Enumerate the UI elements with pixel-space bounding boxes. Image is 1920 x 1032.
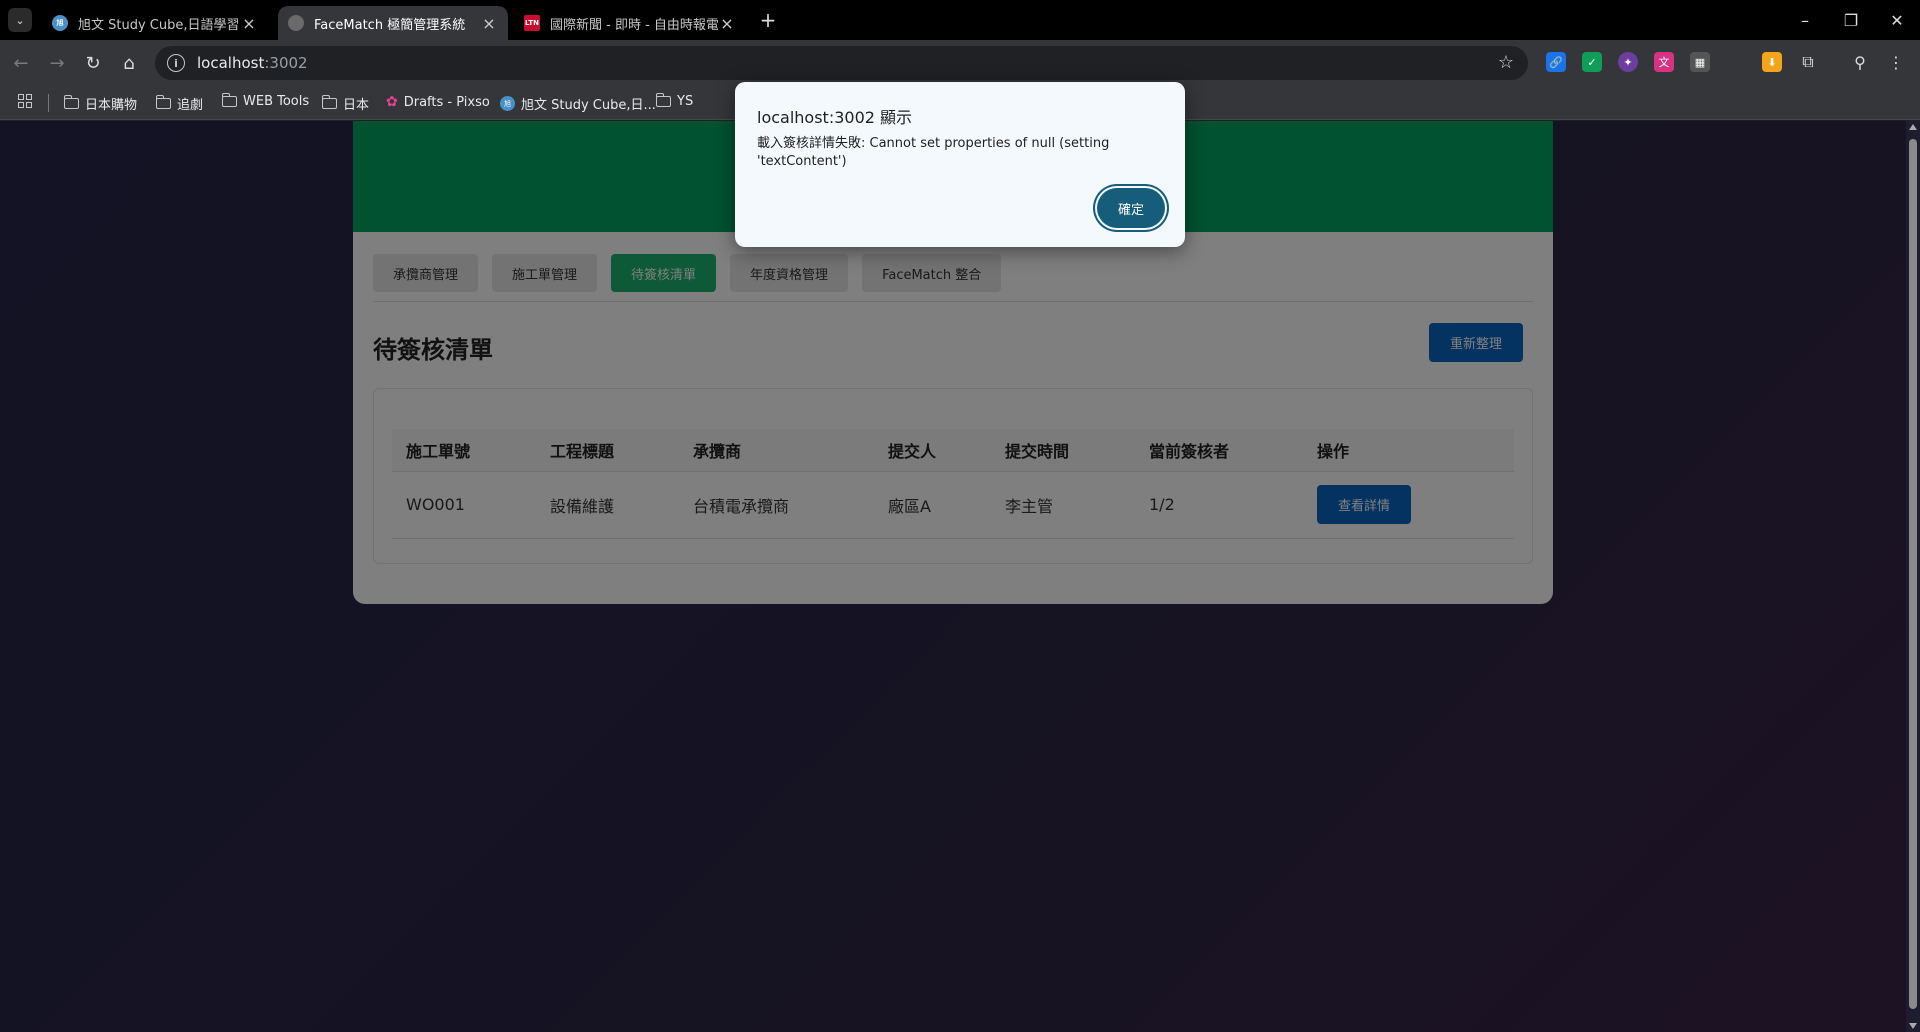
pixso-icon: ✿ [386, 94, 398, 110]
folder-icon [63, 95, 79, 109]
dialog-ok-button[interactable]: 確定 [1097, 188, 1165, 228]
reload-icon[interactable]: ↻ [80, 50, 106, 76]
folder-icon [221, 93, 237, 107]
bookmark-folder-web-tools[interactable]: WEB Tools [221, 93, 310, 109]
address-url: localhost:3002 [197, 54, 308, 72]
bookmark-folder-japan-shopping[interactable]: 日本購物 [63, 94, 138, 113]
alert-dialog: localhost:3002 顯示 載入簽核詳情失敗: Cannot set p… [735, 82, 1185, 247]
modal-backdrop [0, 121, 1920, 1032]
browser-tab-study-cube[interactable]: 旭 旭文 Study Cube,日語學習百貨 × [42, 6, 268, 40]
minimize-icon[interactable]: – [1782, 0, 1828, 40]
bookmark-star-icon[interactable]: ☆ [1498, 52, 1514, 73]
bookmark-folder-ys[interactable]: YS [655, 93, 694, 109]
back-arrow-icon[interactable]: ← [8, 50, 34, 76]
tab-strip: ⌄ 旭 旭文 Study Cube,日語學習百貨 × FaceMatch 極簡管… [0, 0, 1920, 40]
bookmark-label: 日本 [343, 98, 370, 113]
dialog-title: localhost:3002 顯示 [757, 108, 913, 127]
scroll-down-arrow-icon[interactable] [1909, 1023, 1917, 1029]
bookmark-label: WEB Tools [243, 94, 310, 109]
download-extension-icon[interactable]: ⬇ [1762, 52, 1782, 72]
bookmark-folder-japan[interactable]: 日本 [321, 94, 370, 113]
browser-tab-facematch[interactable]: FaceMatch 極簡管理系統 × [278, 6, 508, 40]
study-cube-icon: 旭 [500, 96, 515, 111]
page-scrollbar[interactable] [1906, 121, 1920, 1032]
scroll-up-arrow-icon[interactable] [1909, 124, 1917, 130]
study-cube-icon: 旭 [52, 15, 68, 31]
folder-icon [321, 95, 337, 109]
shield-extension-icon[interactable]: ✓ [1582, 52, 1602, 72]
bookmark-label: 追劇 [177, 98, 204, 113]
tab-title: 國際新聞 - 即時 - 自由時報電子 [550, 17, 718, 33]
bookmark-study-cube[interactable]: 旭 旭文 Study Cube,日... [500, 94, 656, 113]
translate-extension-icon[interactable]: 文 [1654, 52, 1674, 72]
bookmark-drafts-pixso[interactable]: ✿ Drafts - Pixso [386, 94, 490, 110]
folder-icon [655, 93, 671, 107]
link-extension-icon[interactable]: 🔗 [1546, 52, 1566, 72]
bookmark-label: 日本購物 [85, 98, 138, 113]
bookmark-label: 旭文 Study Cube,日... [521, 98, 656, 113]
bookmarks-divider [48, 94, 49, 112]
close-tab-icon[interactable]: × [480, 14, 498, 33]
tab-search-chevron-icon[interactable]: ⌄ [8, 8, 32, 32]
browser-menu-icon[interactable]: ⋮ [1886, 52, 1906, 72]
restore-icon[interactable]: ❐ [1828, 0, 1874, 40]
close-window-icon[interactable]: ✕ [1874, 0, 1920, 40]
tab-title: 旭文 Study Cube,日語學習百貨 [78, 17, 240, 33]
site-info-icon[interactable]: i [167, 54, 185, 72]
folder-icon [155, 95, 171, 109]
close-tab-icon[interactable]: × [718, 14, 736, 33]
bookmark-label: Drafts - Pixso [403, 94, 490, 110]
tab-title: FaceMatch 極簡管理系統 [314, 17, 466, 33]
ai-extension-icon[interactable]: ✦ [1618, 52, 1638, 72]
globe-icon [288, 15, 304, 31]
close-tab-icon[interactable]: × [240, 14, 258, 33]
home-icon[interactable]: ⌂ [116, 50, 142, 76]
qr-extension-icon[interactable]: ▦ [1690, 52, 1710, 72]
extensions-puzzle-icon[interactable]: ⧉ [1798, 52, 1818, 72]
new-tab-plus-icon[interactable]: + [756, 8, 780, 32]
dialog-message: 載入簽核詳情失敗: Cannot set properties of null … [757, 136, 1110, 169]
browser-tab-ltn[interactable]: LTN 國際新聞 - 即時 - 自由時報電子 × [514, 6, 746, 40]
forward-arrow-icon[interactable]: → [44, 50, 70, 76]
page-viewport: 承攬商管理 施工單管理 待簽核清單 年度資格管理 FaceMatch 整合 待簽… [0, 121, 1920, 1032]
bookmark-folder-drama[interactable]: 追劇 [155, 94, 204, 113]
profile-icon[interactable]: ⚲ [1850, 52, 1870, 72]
apps-grid-icon[interactable] [18, 94, 32, 108]
bookmark-label: YS [677, 94, 694, 109]
address-bar[interactable]: i localhost:3002 ☆ [155, 46, 1528, 80]
ltn-icon: LTN [524, 15, 540, 31]
scrollbar-thumb[interactable] [1909, 139, 1917, 1009]
